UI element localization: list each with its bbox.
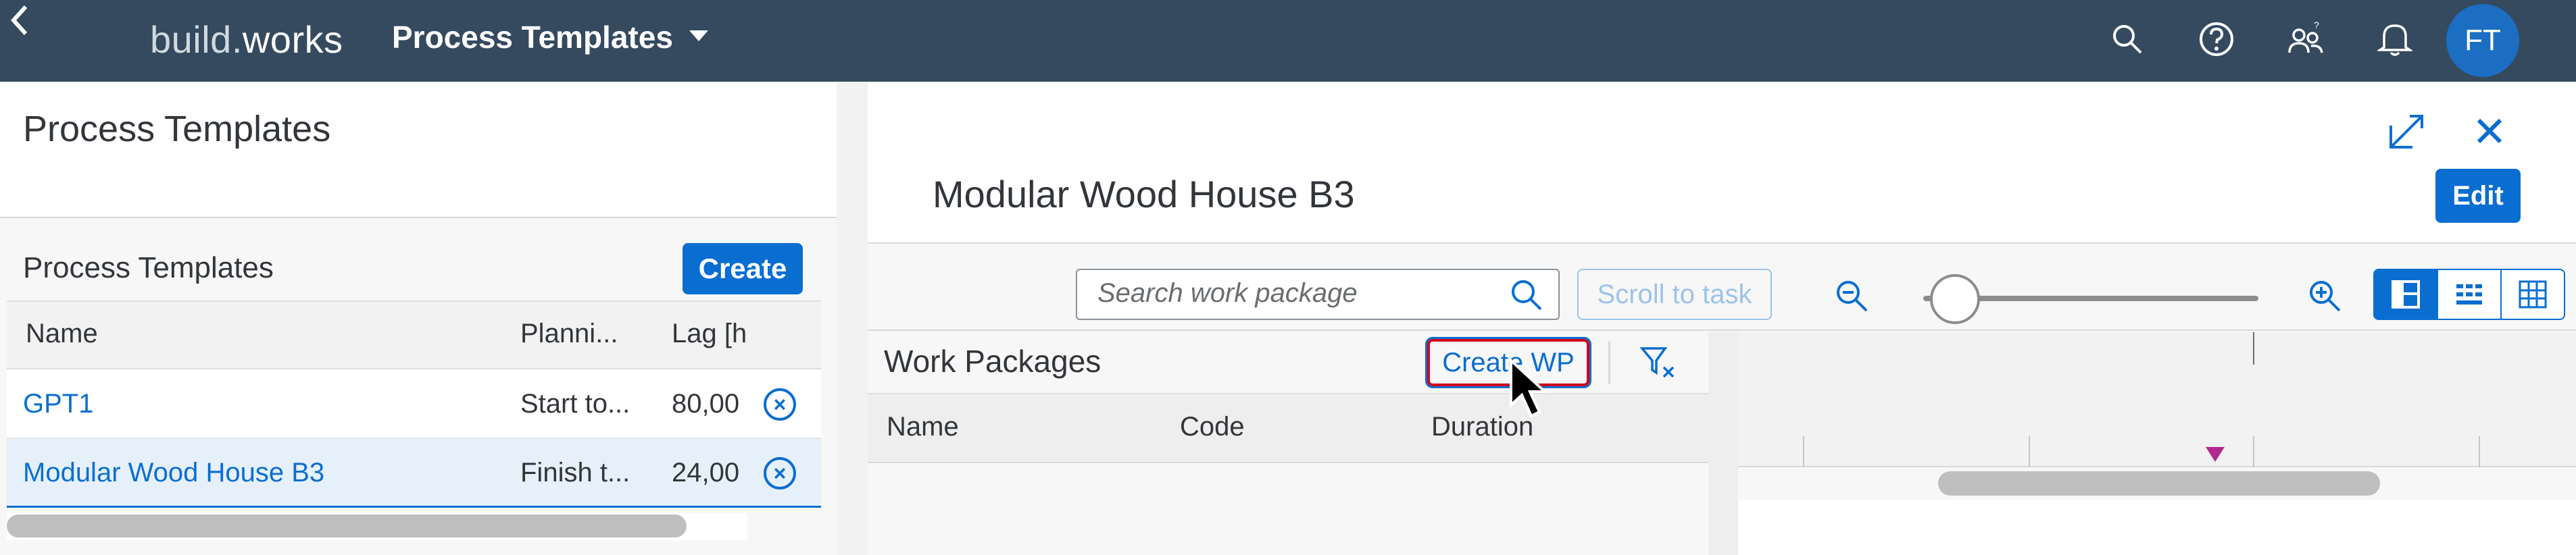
- row-planning: Finish t...: [520, 458, 630, 487]
- horizontal-scrollbar[interactable]: [7, 514, 687, 537]
- help-icon: [2200, 22, 2233, 56]
- search-placeholder: Search work package: [1097, 278, 1358, 308]
- gantt-timeline-header: [1738, 332, 2576, 467]
- bell-icon: [2377, 24, 2412, 56]
- zoom-slider-handle[interactable]: [1930, 274, 1980, 324]
- close-button[interactable]: [2472, 113, 2507, 149]
- help-button[interactable]: [2195, 18, 2238, 61]
- zoom-in-icon: [2310, 281, 2341, 312]
- panel-divider[interactable]: [837, 82, 868, 555]
- people-icon: ?: [2288, 20, 2323, 53]
- row-name-link[interactable]: Modular Wood House B3: [23, 458, 324, 488]
- timeline-tick: [1803, 436, 1804, 467]
- split-view-icon: [2392, 280, 2420, 309]
- shell-bar: [0, 0, 2576, 82]
- chevron-left-icon: [10, 5, 28, 36]
- view-split-button[interactable]: [2373, 269, 2438, 320]
- create-button[interactable]: Create: [683, 243, 803, 294]
- back-button[interactable]: [0, 0, 41, 44]
- fullscreen-button[interactable]: [2387, 112, 2426, 151]
- column-header-planning[interactable]: Planni...: [520, 319, 618, 349]
- gantt-horizontal-scrollbar[interactable]: [1938, 471, 2380, 496]
- column-header-name[interactable]: Name: [887, 412, 959, 442]
- search-icon: [1512, 280, 1542, 311]
- column-header-name[interactable]: Name: [26, 319, 98, 349]
- table-grid-icon: [2519, 280, 2547, 309]
- mouse-cursor: [1508, 357, 1562, 425]
- app-title-menu[interactable]: Process Templates: [392, 19, 673, 55]
- timeline-now-line: [2253, 332, 2254, 365]
- left-panel-header: [0, 82, 837, 218]
- search-submit-button[interactable]: [1507, 275, 1545, 313]
- row-lag: 24,00: [672, 458, 740, 487]
- toolbar-separator: [1608, 341, 1610, 384]
- timeline-tick: [2479, 436, 2480, 467]
- svg-text:?: ?: [2314, 20, 2319, 30]
- close-icon: [2477, 118, 2502, 144]
- timeline-tick: [2029, 436, 2030, 467]
- column-header-lag[interactable]: Lag [h: [672, 319, 747, 349]
- work-packages-title: Work Packages: [884, 344, 1101, 379]
- timeline-tick: [2253, 436, 2254, 467]
- zoom-in-button[interactable]: [2306, 277, 2344, 315]
- row-name-link[interactable]: GPT1: [23, 389, 93, 419]
- close-circle-icon: ×: [773, 392, 787, 417]
- clear-filter-button[interactable]: [1638, 342, 1679, 382]
- row-planning: Start to...: [520, 389, 630, 419]
- row-lag: 80,00: [672, 389, 740, 419]
- close-circle-icon: ×: [773, 460, 787, 485]
- gantt-divider[interactable]: [1708, 332, 1738, 555]
- detail-header: [868, 82, 2576, 244]
- edit-button[interactable]: Edit: [2435, 169, 2521, 223]
- search-icon: [2113, 25, 2142, 54]
- zoom-out-icon: [1837, 281, 1868, 312]
- work-packages-table-header: [868, 393, 1708, 463]
- delete-row-button[interactable]: ×: [764, 457, 796, 490]
- view-chart-button[interactable]: [2437, 269, 2502, 320]
- page-title: Process Templates: [23, 109, 331, 149]
- detail-title: Modular Wood House B3: [933, 173, 1355, 215]
- user-connections-button[interactable]: ?: [2284, 18, 2327, 61]
- gantt-body: [1738, 500, 2576, 555]
- notifications-button[interactable]: [2373, 18, 2417, 61]
- today-marker: [2206, 447, 2225, 462]
- pointer-cursor-icon: [1510, 357, 1549, 418]
- search-button[interactable]: [2106, 18, 2149, 61]
- caret-down-icon[interactable]: [689, 30, 708, 41]
- delete-row-button[interactable]: ×: [764, 388, 796, 421]
- table-title: Process Templates: [23, 251, 274, 284]
- column-header-code[interactable]: Code: [1180, 412, 1245, 442]
- clear-filter-icon: [1639, 347, 1675, 378]
- gantt-bars-icon: [2456, 284, 2482, 305]
- user-avatar[interactable]: FT: [2446, 4, 2519, 77]
- expand-icon: [2389, 115, 2423, 149]
- zoom-out-button[interactable]: [1833, 277, 1871, 315]
- app-logo[interactable]: build.works: [150, 18, 343, 61]
- scroll-to-task-button[interactable]: Scroll to task: [1577, 269, 1772, 320]
- view-table-button[interactable]: [2500, 269, 2565, 320]
